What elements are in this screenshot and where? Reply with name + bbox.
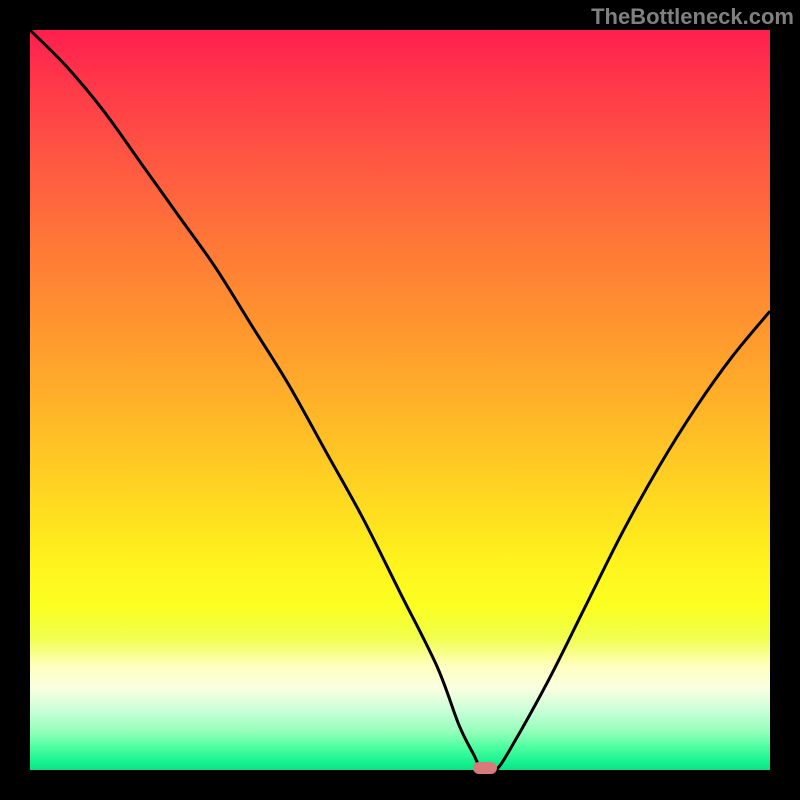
- curve-layer: [30, 30, 770, 770]
- watermark-text: TheBottleneck.com: [591, 4, 794, 30]
- optimal-point-marker: [473, 762, 497, 774]
- plot-area: [30, 30, 770, 770]
- bottleneck-curve-line: [30, 30, 770, 770]
- chart-container: TheBottleneck.com: [0, 0, 800, 800]
